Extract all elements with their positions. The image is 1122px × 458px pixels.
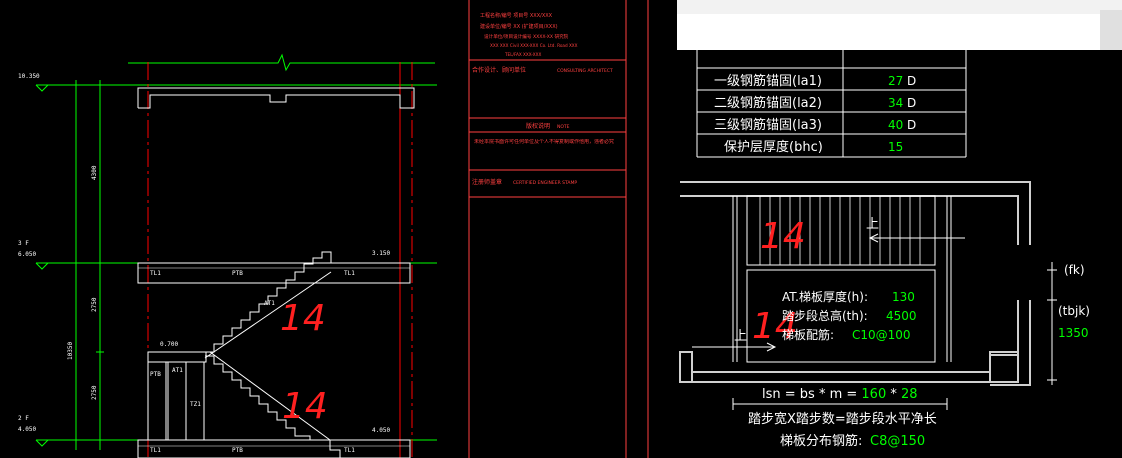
dim-total: 10350 bbox=[67, 342, 74, 360]
param-height-value: 4500 bbox=[886, 309, 917, 323]
anchor-table: 名 称 数 值 一级钢筋锚固(la1) 27 D 二级钢筋锚固(la2) 34 … bbox=[696, 50, 967, 158]
up-label-bottom: 上 bbox=[734, 329, 747, 344]
notes-label: 版权说明 bbox=[526, 122, 550, 130]
top-elev-label: 10.350 bbox=[18, 73, 40, 80]
landing-elev: 0.700 bbox=[160, 341, 178, 348]
cad-viewer[interactable]: 10.350 3 F 6.050 2 F 4.050 10350 4300 27… bbox=[0, 0, 1122, 458]
dist-rebar-value: C8@150 bbox=[870, 434, 925, 449]
table-row-value-2: 34 bbox=[888, 96, 903, 110]
table-row-unit-1: D bbox=[907, 74, 916, 88]
table-row-unit-2: D bbox=[907, 96, 916, 110]
top-beam bbox=[137, 87, 415, 109]
lower-slab-elev: 4.050 bbox=[372, 427, 390, 434]
tag-tl1-upper-right: TL1 bbox=[344, 270, 355, 277]
param-thickness-value: 130 bbox=[892, 290, 915, 304]
tag-tl1-lower-left: TL1 bbox=[150, 447, 161, 454]
up-label-top: 上 bbox=[866, 217, 879, 232]
tag-ptb-lower: PTB bbox=[150, 371, 161, 378]
label-fk: (fk) bbox=[1064, 263, 1085, 277]
consult-label: 合作设计、顾问单位 bbox=[472, 66, 526, 74]
notes-text: 未经本院书面许可任何单位及个人不得复制或作他用，违者必究 bbox=[474, 139, 615, 145]
table-row-name-1: 一级钢筋锚固(la1) bbox=[714, 73, 822, 89]
stamp-label: 注册师盖章 bbox=[472, 178, 502, 186]
header-line-2: 建设单位/编号 XX (扩建项目/XXX) bbox=[480, 23, 558, 30]
formula-caption: 踏步宽X踏步数=踏步段水平净长 bbox=[748, 411, 937, 427]
param-rebar-label: 梯板配筋: bbox=[782, 327, 834, 342]
label-tbjk: (tbjk) bbox=[1058, 304, 1090, 318]
tag-ptb-lower-slab: PTB bbox=[232, 447, 243, 454]
tag-ptb-upper: PTB bbox=[232, 270, 243, 277]
table-row-value-1: 27 bbox=[888, 74, 903, 88]
header-line-4: XXX XXX Civil XXX-XXX Co. Ltd. Road XXX bbox=[490, 43, 578, 48]
floor-2f-elev: 4.050 bbox=[18, 426, 36, 433]
dim-a: 4300 bbox=[91, 165, 98, 180]
handwritten-14-lower: 14 bbox=[282, 386, 328, 427]
handwritten-14-plan-top: 14 bbox=[760, 216, 806, 257]
header-line-5: TEL/FAX XXX-XXX bbox=[504, 52, 541, 57]
dist-rebar-label: 梯板分布钢筋: bbox=[780, 433, 862, 449]
right-panel: 名 称 数 值 一级钢筋锚固(la1) 27 D 二级钢筋锚固(la2) 34 … bbox=[677, 0, 1122, 449]
notes-text-box: 未经本院书面许可任何单位及个人不得复制或作他用，违者必究 bbox=[474, 139, 615, 145]
tag-tl1-upper-left: TL1 bbox=[150, 270, 161, 277]
handwritten-14-upper: 14 bbox=[280, 298, 326, 339]
tag-at1-lower: AT1 bbox=[172, 367, 183, 374]
lower-slab bbox=[137, 439, 411, 458]
table-row-name-2: 二级钢筋锚固(la2) bbox=[714, 95, 822, 111]
header-line-1: 工程名称/编号 项目号 XXX/XXX bbox=[480, 12, 553, 19]
tag-tl1-lower-right: TL1 bbox=[344, 447, 355, 454]
stamp-label-en: CERTIFIED ENGINEER STAMP bbox=[513, 180, 577, 186]
formula-text: lsn = bs * m = 160 * 28 bbox=[762, 387, 918, 402]
table-header-value: 数 值 bbox=[885, 50, 915, 66]
dim-c: 2750 bbox=[91, 385, 98, 400]
upper-slab bbox=[137, 262, 411, 284]
tag-tz1: TZ1 bbox=[190, 401, 201, 408]
table-row-name-4: 保护层厚度(bhc) bbox=[724, 139, 823, 155]
break-line bbox=[128, 53, 435, 72]
plan-view: 上 上 14 14 AT.梯板厚度(h): 130 踏步段总高(th): 450… bbox=[679, 181, 1090, 449]
elevation-view: 10.350 3 F 6.050 2 F 4.050 10350 4300 27… bbox=[18, 53, 437, 458]
notes-label-en: NOTE bbox=[557, 124, 570, 130]
floor-2f-label: 2 F bbox=[18, 415, 29, 422]
consult-value: CONSULTING ARCHITECT bbox=[557, 68, 613, 74]
header-line-3: 设计单位/项目设计编号 XXXX-XX 研究院 bbox=[484, 33, 569, 40]
overlay-titlebar[interactable] bbox=[677, 0, 1122, 14]
floor-3f-label: 3 F bbox=[18, 240, 29, 247]
param-height-label: 踏步段总高(th): bbox=[782, 308, 868, 323]
floor-3f-elev: 6.050 bbox=[18, 251, 36, 258]
table-row-name-3: 三级钢筋锚固(la3) bbox=[714, 117, 822, 133]
value-tbjk: 1350 bbox=[1058, 326, 1089, 340]
param-rebar-value: C10@100 bbox=[852, 328, 911, 342]
upper-slab-elev: 3.150 bbox=[372, 250, 390, 257]
table-row-value-3: 40 bbox=[888, 118, 903, 132]
tag-at1-upper: AT1 bbox=[264, 300, 275, 307]
dim-b: 2750 bbox=[91, 297, 98, 312]
table-row-value-4: 15 bbox=[888, 140, 903, 154]
landing-slab bbox=[147, 351, 207, 363]
outer-wall-right bbox=[990, 300, 1031, 386]
table-row-unit-3: D bbox=[907, 118, 916, 132]
table-header-name: 名 称 bbox=[750, 50, 780, 66]
title-block: 工程名称/编号 项目号 XXX/XXX 建设单位/编号 XX (扩建项目/XXX… bbox=[468, 0, 649, 458]
param-thickness-label: AT.梯板厚度(h): bbox=[782, 289, 868, 304]
drawing-canvas[interactable]: 10.350 3 F 6.050 2 F 4.050 10350 4300 27… bbox=[0, 0, 1122, 458]
